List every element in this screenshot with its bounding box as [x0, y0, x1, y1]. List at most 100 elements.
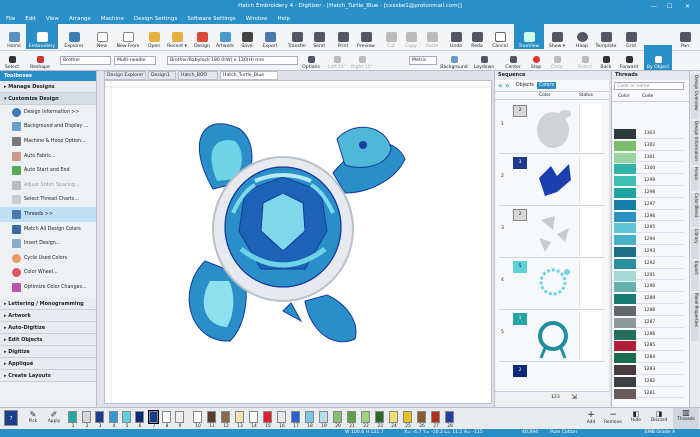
side-tab-panel-properties[interactable]: Panel Properties [691, 293, 699, 341]
turtle-design[interactable] [188, 123, 406, 343]
section-artwork[interactable]: ▸ Artwork [0, 309, 96, 322]
close-button[interactable]: ✕ [685, 0, 690, 13]
center-button[interactable]: Center [503, 45, 523, 70]
forward-button[interactable]: Forward [617, 45, 641, 70]
new-button[interactable]: New [92, 24, 112, 49]
section-edit-objects[interactable]: ▸ Edit Objects [0, 333, 96, 346]
clear-button[interactable]: Clear [548, 45, 566, 70]
by-object-button[interactable]: By Object [644, 45, 672, 70]
thread-row[interactable]: 1296 [614, 211, 684, 222]
toolbox-item-machine-hoop[interactable]: Machine & Hoop Option... [0, 134, 96, 149]
section-create-layouts[interactable]: ▸ Create Layouts [0, 369, 96, 382]
section-customize-design[interactable]: ▾ Customize Design [0, 93, 96, 105]
design-button[interactable]: Design [191, 24, 213, 49]
export-button[interactable]: Export [259, 24, 281, 49]
toolbox-item-background-display[interactable]: Background and Display ... [0, 120, 96, 135]
minimize-button[interactable]: — [651, 0, 657, 13]
palette-swatch[interactable] [431, 411, 440, 423]
palette-swatch[interactable] [95, 411, 104, 423]
recent-button[interactable]: Recent ▾ [165, 24, 189, 49]
palette-swatch[interactable] [175, 411, 184, 423]
units-select[interactable]: Metric [409, 56, 437, 65]
discard-color-button[interactable]: ◨ Discard [648, 410, 670, 428]
artwork-button[interactable]: Artwork [214, 24, 236, 49]
laydown-button[interactable]: Laydown [472, 45, 496, 70]
menu-design-settings[interactable]: Design Settings [134, 16, 177, 22]
sequence-row[interactable]: 2 3 [499, 154, 605, 206]
open-button[interactable]: Open [144, 24, 164, 49]
remove-color-button[interactable]: − Remove [601, 410, 625, 428]
palette-swatch[interactable] [417, 411, 426, 423]
palette-swatch[interactable] [235, 411, 244, 423]
thread-row[interactable]: 1286 [614, 329, 684, 340]
rotate-left-button[interactable]: Left 15° [326, 45, 348, 70]
menu-view[interactable]: View [46, 16, 59, 22]
tab-colors[interactable]: Colors [536, 82, 556, 89]
thread-row[interactable]: 1285 [614, 341, 684, 352]
toolbox-item-auto-start-end[interactable]: Auto Start and End [0, 163, 96, 178]
palette-swatch[interactable] [148, 410, 159, 424]
thread-row[interactable]: 1294 [614, 235, 684, 246]
tab-objects[interactable]: Objects [516, 83, 534, 88]
palette-swatch[interactable] [135, 411, 144, 423]
thread-row[interactable]: 1300 [614, 164, 684, 175]
toolbox-item-color-wheel[interactable]: Color Wheel... [0, 266, 96, 281]
palette-swatch[interactable] [162, 411, 171, 423]
back-button[interactable]: Back [597, 45, 615, 70]
thread-row[interactable]: 1301 [614, 152, 684, 163]
palette-swatch[interactable] [68, 411, 77, 423]
thread-row[interactable]: 1292 [614, 258, 684, 269]
thread-row[interactable]: 1289 [614, 294, 684, 305]
palette-swatch[interactable] [109, 411, 118, 423]
hide-color-button[interactable]: ◧ Hide [628, 410, 644, 428]
toolbox-item-insert-design[interactable]: Insert Design... [0, 236, 96, 251]
thread-row[interactable]: 1290 [614, 282, 684, 293]
toolbox-item-auto-fabric[interactable]: Auto Fabric... [0, 149, 96, 164]
palette-swatch[interactable] [221, 411, 230, 423]
palette-swatch[interactable] [193, 411, 202, 423]
thread-row[interactable]: 1293 [614, 247, 684, 257]
palette-swatch[interactable] [347, 411, 356, 423]
thread-row[interactable]: 1298 [614, 188, 684, 198]
tab-design1[interactable]: Design1 [148, 71, 176, 80]
menu-file[interactable]: File [6, 16, 15, 22]
menu-arrange[interactable]: Arrange [69, 16, 91, 22]
reshape-tool[interactable]: Reshape [28, 45, 52, 70]
sequence-row[interactable]: 5 1 [499, 310, 605, 362]
design-canvas[interactable] [104, 80, 493, 405]
thread-row[interactable]: 1282 [614, 376, 684, 387]
toolbox-item-design-information[interactable]: Design Information >> [0, 105, 96, 120]
explorer-button[interactable]: Explorer [62, 24, 86, 49]
palette-swatch[interactable] [277, 411, 286, 423]
select-tool[interactable]: Select [4, 45, 20, 70]
tab-hatch-turtle-blue[interactable]: Hatch_Turtle_Blue [220, 71, 278, 80]
side-tab-library[interactable]: Library [691, 229, 699, 259]
section-digitize[interactable]: ▸ Digitize [0, 345, 96, 358]
options-button[interactable]: Options [299, 45, 323, 70]
threads-toggle-button[interactable]: ▥ Threads [673, 408, 699, 430]
stop-button[interactable]: Stop [527, 45, 545, 70]
palette-swatch[interactable] [207, 411, 216, 423]
palette-swatch[interactable] [361, 411, 370, 423]
side-tab-export[interactable]: Export [691, 261, 699, 291]
palette-swatch[interactable] [82, 411, 91, 423]
toolbox-item-cycle-colors[interactable]: Cycle Used Colors [0, 251, 96, 266]
menu-edit[interactable]: Edit [25, 16, 36, 22]
sequence-row[interactable]: 1 2 [499, 102, 605, 154]
section-auto-digitize[interactable]: ▸ Auto-Digitize [0, 321, 96, 334]
thread-row[interactable]: 1295 [614, 223, 684, 234]
section-applique[interactable]: ▸ Appliqué [0, 357, 96, 370]
new-from-button[interactable]: New From [113, 24, 143, 49]
palette-swatch[interactable] [319, 411, 328, 423]
palette-swatch[interactable] [333, 411, 342, 423]
menu-window[interactable]: Window [246, 16, 268, 22]
palette-swatch[interactable] [445, 411, 454, 423]
expand-right-icon[interactable]: » [505, 81, 510, 90]
section-manage-designs[interactable]: ▸ Manage Designs [0, 81, 96, 93]
palette-swatch[interactable] [291, 411, 300, 423]
tab-hatch-boo[interactable]: Hatch_BOO [178, 71, 218, 80]
thread-row[interactable]: 1303 [614, 129, 684, 139]
apply-button[interactable]: ✐ Apply [46, 410, 62, 428]
maximize-button[interactable]: ☐ [667, 0, 672, 13]
hoop-select[interactable]: Brother/Babylock 180.0(W) x 130(H) mm [167, 56, 298, 65]
